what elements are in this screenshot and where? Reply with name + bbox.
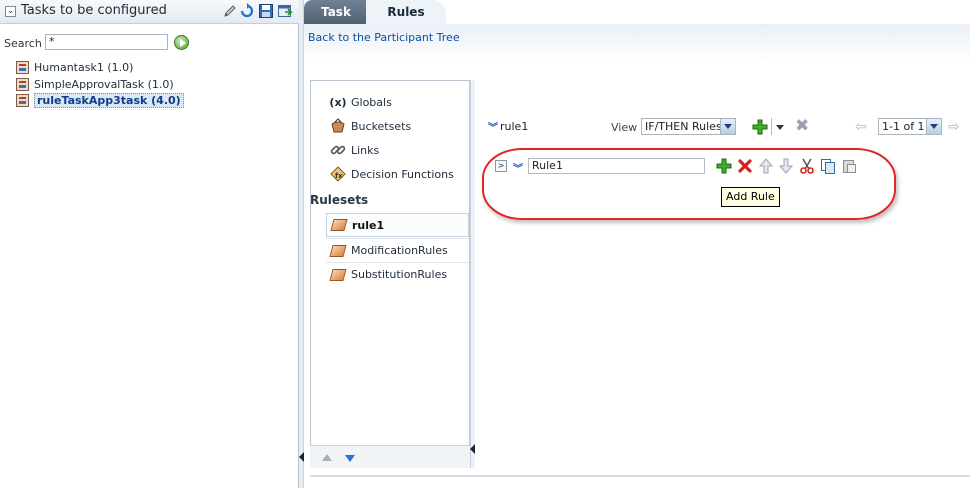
cut-icon[interactable] xyxy=(799,158,815,174)
svg-text:fx: fx xyxy=(335,172,343,180)
delete-icon[interactable]: ✖ xyxy=(795,118,809,135)
dictionary-footer xyxy=(310,445,470,468)
dictionary-item-label: Decision Functions xyxy=(351,167,454,181)
add-rule-icon[interactable] xyxy=(716,158,732,174)
refresh-icon[interactable] xyxy=(239,3,255,19)
task-icon xyxy=(16,60,29,74)
task-label: Humantask1 (1.0) xyxy=(34,60,134,74)
ruleset-item-modificationrules[interactable]: ModificationRules xyxy=(326,238,469,262)
ruleset-header[interactable]: ︾ rule1 xyxy=(488,119,528,134)
rulesets-heading: Rulesets xyxy=(310,193,369,207)
task-item-humantask1[interactable]: Humantask1 (1.0) xyxy=(16,59,133,75)
collapse-dictionary-icon[interactable] xyxy=(470,444,475,454)
collapse-toggle[interactable]: ⌄ xyxy=(5,6,16,17)
view-label: View xyxy=(611,121,638,134)
ruleset-label: rule1 xyxy=(352,218,385,232)
search-go-button[interactable] xyxy=(174,35,189,50)
ruleset-label: SubstitutionRules xyxy=(351,268,448,281)
next-page-icon[interactable]: ⇨ xyxy=(948,119,960,135)
task-label: SimpleApprovalTask (1.0) xyxy=(34,77,174,91)
dictionary-item-label: Globals xyxy=(351,95,392,109)
chevron-down-icon[interactable] xyxy=(720,119,735,134)
task-label: ruleTaskApp3task (4.0) xyxy=(34,92,184,108)
paste-icon[interactable] xyxy=(841,158,857,174)
move-up-icon[interactable] xyxy=(322,454,332,461)
dictionary-item-links[interactable]: Links xyxy=(330,141,379,159)
view-select[interactable]: IF/THEN Rules xyxy=(641,118,736,135)
ruleset-icon xyxy=(331,218,347,232)
ruleset-item-rule1[interactable]: rule1 xyxy=(326,213,469,237)
dictionary-item-label: Links xyxy=(351,143,380,157)
chevron-down-icon[interactable] xyxy=(926,119,941,134)
add-menu-arrow-icon[interactable] xyxy=(776,125,784,130)
ruleset-icon xyxy=(330,244,346,258)
panel-title: Tasks to be configured xyxy=(21,3,167,18)
add-rule-tooltip: Add Rule xyxy=(721,187,780,207)
page-select-value: 1-1 of 1 xyxy=(882,120,925,133)
ruleset-name: rule1 xyxy=(500,120,529,133)
bucketset-icon xyxy=(330,118,346,134)
ruleset-item-substitutionrules[interactable]: SubstitutionRules xyxy=(326,262,469,286)
search-input[interactable]: * xyxy=(45,34,168,50)
double-chevron-down-icon[interactable]: ︾ xyxy=(513,160,523,175)
ruleset-icon xyxy=(330,268,346,282)
edit-icon[interactable] xyxy=(222,3,238,19)
deploy-icon[interactable] xyxy=(277,3,293,19)
x-variable-icon: (x) xyxy=(329,95,347,109)
dictionary-item-label: Bucketsets xyxy=(351,119,412,133)
move-rule-up-icon[interactable] xyxy=(758,158,774,174)
double-chevron-down-icon: ︾ xyxy=(488,123,498,134)
rule-expand-toggle[interactable]: > xyxy=(495,160,507,172)
view-select-value: IF/THEN Rules xyxy=(645,120,722,133)
panel-splitter[interactable] xyxy=(299,0,304,488)
save-icon[interactable] xyxy=(258,3,274,19)
bottom-divider xyxy=(310,475,970,477)
task-icon xyxy=(16,77,29,91)
content-header-band xyxy=(304,24,970,64)
dictionary-item-globals[interactable]: (x) Globals xyxy=(329,93,392,111)
decision-function-icon: fx xyxy=(330,166,346,182)
back-to-participant-tree-link[interactable]: Back to the Participant Tree xyxy=(308,31,460,44)
dictionary-splitter[interactable] xyxy=(470,80,475,468)
task-item-simpleapprovaltask[interactable]: SimpleApprovalTask (1.0) xyxy=(16,76,174,92)
page-select[interactable]: 1-1 of 1 xyxy=(878,118,942,135)
tab-task[interactable]: Task xyxy=(304,0,368,24)
task-icon xyxy=(16,93,29,107)
move-down-icon[interactable] xyxy=(345,455,355,462)
rule-name-input[interactable]: Rule1 xyxy=(528,158,705,174)
delete-rule-icon[interactable] xyxy=(737,158,753,174)
previous-page-icon[interactable]: ⇦ xyxy=(855,119,867,135)
move-rule-down-icon[interactable] xyxy=(778,158,794,174)
link-icon xyxy=(330,142,346,158)
tab-rules[interactable]: Rules xyxy=(366,0,446,24)
add-icon[interactable] xyxy=(752,119,768,135)
ruleset-label: ModificationRules xyxy=(351,244,448,257)
collapse-left-icon[interactable] xyxy=(299,452,304,462)
copy-icon[interactable] xyxy=(820,158,836,174)
dictionary-item-bucketsets[interactable]: Bucketsets xyxy=(330,117,411,135)
toolbar-separator xyxy=(771,118,772,135)
task-item-ruletaskapp3task[interactable]: ruleTaskApp3task (4.0) xyxy=(16,92,184,108)
dictionary-item-decision-functions[interactable]: fx Decision Functions xyxy=(330,165,454,183)
search-label: Search xyxy=(4,37,42,50)
